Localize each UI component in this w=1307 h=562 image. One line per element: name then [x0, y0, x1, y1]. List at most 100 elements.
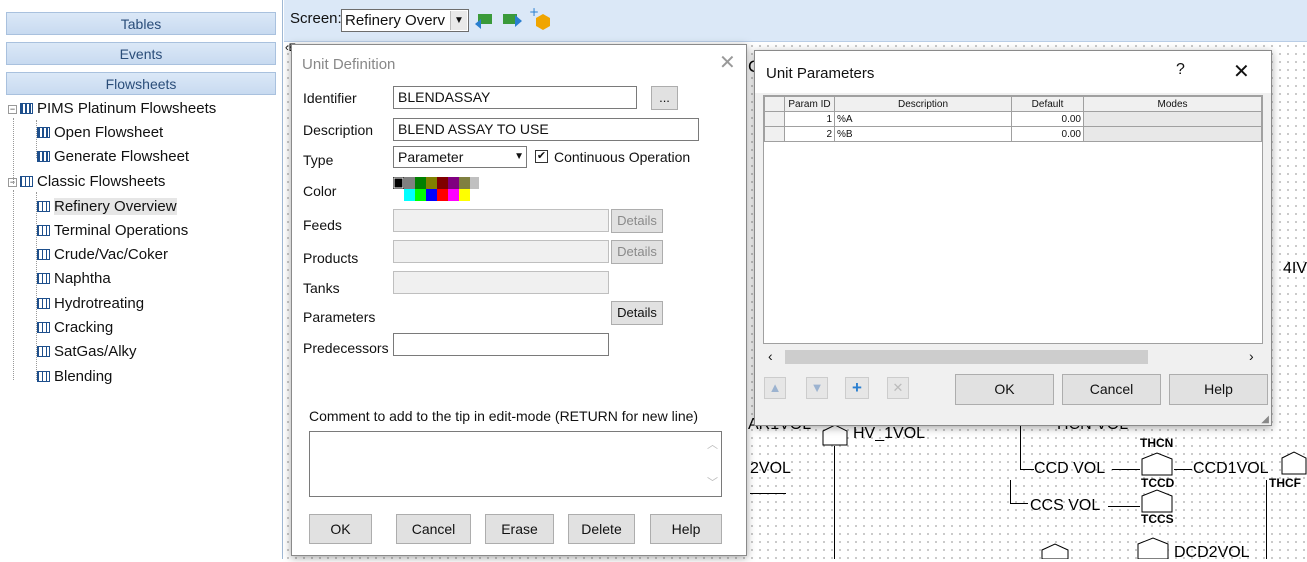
tree-root-classic[interactable]: − Classic Flowsheets	[8, 171, 165, 193]
flow-label-ccdvol: CCD VOL	[1034, 460, 1106, 477]
tree-root-pims-platinum[interactable]: − PIMS Platinum Flowsheets	[8, 98, 216, 120]
ok-button[interactable]: OK	[955, 374, 1054, 405]
chevron-down-icon[interactable]: ▼	[514, 147, 524, 167]
add-row-icon[interactable]: +	[845, 377, 869, 399]
tree-item-naphtha[interactable]: Naphtha	[37, 268, 111, 290]
products-field	[393, 240, 609, 263]
help-icon[interactable]: ?	[1176, 61, 1185, 79]
modes-cell[interactable]	[1083, 111, 1262, 127]
tree-label: Naphtha	[54, 270, 111, 287]
flow-label-thcf: THCF	[1269, 476, 1301, 490]
ok-button[interactable]: OK	[309, 514, 372, 544]
delete-button[interactable]: Delete	[568, 514, 635, 544]
cancel-button[interactable]: Cancel	[1062, 374, 1161, 405]
collapse-icon[interactable]: −	[8, 105, 17, 114]
tree-label: Blending	[54, 368, 113, 385]
tank-shape[interactable]	[1140, 488, 1174, 514]
tree-label: Classic Flowsheets	[37, 173, 166, 190]
unit-shape[interactable]	[821, 423, 849, 447]
tree-item-generate-flowsheet[interactable]: Generate Flowsheet	[37, 146, 189, 168]
predecessors-label: Predecessors	[303, 340, 389, 356]
unit-shape[interactable]	[1040, 542, 1070, 559]
tank-shape[interactable]	[1280, 450, 1307, 478]
identifier-input[interactable]: BLENDASSAY	[393, 86, 637, 109]
table-row[interactable]: 2 %B 0.00	[764, 126, 1262, 142]
events-nav-button[interactable]: Events	[6, 42, 276, 65]
tree-item-open-flowsheet[interactable]: Open Flowsheet	[37, 122, 163, 144]
comment-textarea[interactable]: ︿ ﹀	[309, 431, 722, 497]
chevron-down-icon[interactable]: ▼	[450, 11, 467, 30]
products-details-button[interactable]: Details	[611, 240, 663, 264]
tree-item-terminal-operations[interactable]: Terminal Operations	[37, 220, 188, 242]
screen-select[interactable]: Refinery Overv ▼	[341, 9, 469, 32]
flow-label-2vol: 2VOL	[750, 460, 791, 477]
description-input[interactable]: BLEND ASSAY TO USE	[393, 118, 699, 141]
description-cell[interactable]: %A	[834, 111, 1012, 127]
scrollbar-thumb[interactable]	[785, 350, 1148, 364]
forward-arrow-icon[interactable]	[501, 10, 523, 30]
flowsheet-icon	[37, 322, 50, 333]
scroll-down-icon[interactable]: ﹀	[707, 474, 718, 490]
help-button[interactable]: Help	[650, 514, 722, 544]
browse-button[interactable]: ...	[651, 86, 678, 110]
tree-item-refinery-overview[interactable]: Refinery Overview	[37, 196, 177, 218]
delete-row-icon[interactable]: ✕	[887, 377, 909, 399]
tree-label: Refinery Overview	[54, 198, 177, 215]
table-row[interactable]: 1 %A 0.00	[764, 111, 1262, 127]
tree-item-cracking[interactable]: Cracking	[37, 317, 113, 339]
scroll-up-icon[interactable]: ︿	[707, 436, 718, 452]
unit-shape[interactable]	[1136, 536, 1170, 559]
resize-grip-icon[interactable]: ◢	[1261, 414, 1269, 425]
flowsheets-nav-button[interactable]: Flowsheets	[6, 72, 276, 95]
column-header[interactable]: Param ID	[784, 96, 835, 112]
tree-item-crude-vac-coker[interactable]: Crude/Vac/Coker	[37, 244, 168, 266]
type-select[interactable]: Parameter ▼	[393, 146, 527, 168]
tree-label: Open Flowsheet	[54, 124, 164, 141]
column-header[interactable]: Default	[1011, 96, 1084, 112]
default-cell[interactable]: 0.00	[1011, 111, 1084, 127]
tables-nav-button[interactable]: Tables	[6, 12, 276, 35]
param-id-cell[interactable]: 1	[784, 111, 835, 127]
new-unit-icon[interactable]: +	[529, 6, 551, 30]
screen-select-value: Refinery Overv	[345, 12, 446, 29]
tree-item-blending[interactable]: Blending	[37, 366, 112, 388]
tree-item-satgas-alky[interactable]: SatGas/Alky	[37, 341, 137, 363]
continuous-checkbox[interactable]: ✔	[535, 150, 548, 163]
close-icon[interactable]: ✕	[719, 50, 736, 75]
color-palette[interactable]	[393, 177, 479, 201]
back-arrow-icon[interactable]	[474, 10, 496, 30]
description-cell[interactable]: %B	[834, 126, 1012, 142]
collapse-icon[interactable]: −	[8, 178, 17, 187]
predecessors-input[interactable]	[393, 333, 609, 356]
parameters-details-button[interactable]: Details	[611, 301, 663, 325]
modes-cell[interactable]	[1083, 126, 1262, 142]
tree-label: SatGas/Alky	[54, 343, 137, 360]
flow-label-4ivc: 4IVC	[1283, 260, 1307, 277]
type-label: Type	[303, 152, 334, 168]
flowsheet-icon	[37, 371, 50, 382]
close-icon[interactable]: ✕	[1233, 59, 1250, 84]
flow-label-tccs: TCCS	[1141, 512, 1174, 526]
unit-parameters-dialog: Unit Parameters ? ✕ Param ID Description…	[754, 50, 1272, 426]
column-header[interactable]: Modes	[1083, 96, 1262, 112]
scroll-right-icon[interactable]: ›	[1249, 348, 1254, 364]
flowsheet-toolbar: Screen: Refinery Overv ▼ +	[284, 0, 1307, 42]
parameters-grid[interactable]: Param ID Description Default Modes 1 %A …	[763, 95, 1263, 344]
tree-item-hydrotreating[interactable]: Hydrotreating	[37, 293, 144, 315]
horizontal-scrollbar[interactable]: ‹ ›	[763, 347, 1263, 367]
cancel-button[interactable]: Cancel	[396, 514, 471, 544]
default-cell[interactable]: 0.00	[1011, 126, 1084, 142]
move-up-icon[interactable]: ▲	[764, 377, 786, 399]
flow-label-hv1vol: HV_1VOL	[853, 425, 926, 442]
scroll-left-icon[interactable]: ‹	[768, 348, 773, 364]
param-id-cell[interactable]: 2	[784, 126, 835, 142]
column-header[interactable]: Description	[834, 96, 1012, 112]
move-down-icon[interactable]: ▼	[806, 377, 828, 399]
feeds-details-button[interactable]: Details	[611, 209, 663, 233]
color-label: Color	[303, 183, 337, 199]
help-button[interactable]: Help	[1169, 374, 1268, 405]
erase-button[interactable]: Erase	[485, 514, 554, 544]
tank-shape[interactable]	[1140, 451, 1174, 477]
network-icon	[37, 151, 50, 162]
tree-label: PIMS Platinum Flowsheets	[37, 100, 217, 117]
